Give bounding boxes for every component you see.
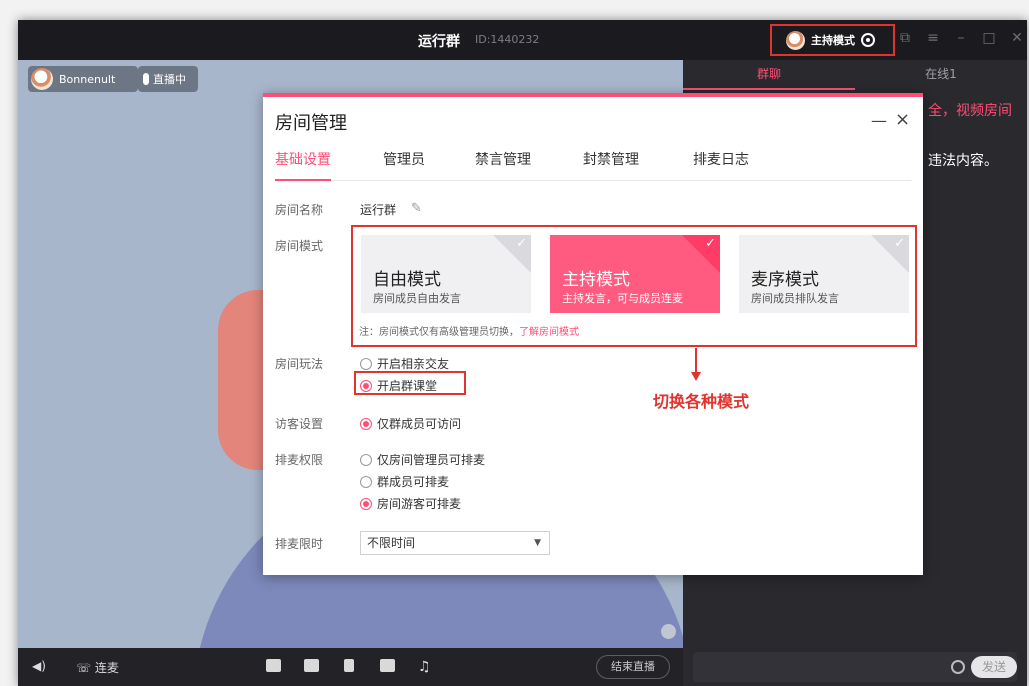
tab-mute-management[interactable]: 禁言管理 (475, 149, 531, 181)
radio-button[interactable] (360, 357, 372, 370)
room-mode-label: 房间模式 (275, 239, 324, 253)
tab-online[interactable]: 在线1 (855, 60, 1027, 90)
minimize-icon[interactable]: — (871, 111, 887, 130)
radio-visitor-queue[interactable]: 房间游客可排麦 (360, 495, 461, 512)
radio-button[interactable] (360, 475, 372, 488)
check-icon: ✓ (705, 236, 716, 251)
room-mode-selector: ✓ 自由模式 房间成员自由发言 ✓ 主持模式 主持发言，可与成员连麦 ✓ 麦序模… (351, 225, 917, 347)
radio-admin-queue[interactable]: 仅房间管理员可排麦 (360, 451, 485, 468)
send-button[interactable]: 发送 (971, 656, 1017, 678)
select-value: 不限时间 (367, 536, 416, 550)
radio-members-only[interactable]: 仅群成员可访问 (360, 415, 461, 432)
edit-icon[interactable]: ✎ (411, 201, 422, 216)
chat-input[interactable]: 发送 (693, 652, 1017, 682)
end-live-button[interactable]: 结束直播 (596, 655, 670, 679)
volume-icon[interactable]: ◀) (32, 659, 46, 673)
connect-mic-label: 连麦 (94, 661, 119, 675)
tab-admins[interactable]: 管理员 (383, 149, 425, 181)
mode-card-host[interactable]: ✓ 主持模式 主持发言，可与成员连麦 (550, 235, 720, 313)
mode-desc: 主持发言，可与成员连麦 (562, 292, 683, 305)
radio-label: 仅房间管理员可排麦 (377, 453, 486, 467)
camera-icon[interactable] (266, 659, 281, 672)
popout-icon[interactable]: ⧉ (898, 30, 912, 46)
check-icon: ✓ (516, 236, 527, 251)
gear-icon[interactable] (861, 33, 875, 47)
radio-member-queue[interactable]: 群成员可排麦 (360, 473, 449, 490)
radio-label: 开启群课堂 (377, 379, 438, 393)
chat-tabs: 群聊 在线1 (683, 60, 1027, 90)
dialog-title: 房间管理 (275, 113, 347, 134)
chevron-down-icon: ▼ (534, 538, 541, 548)
room-name-value: 运行群 (360, 203, 397, 217)
live-status-label: 直播中 (153, 73, 186, 86)
avatar (31, 68, 53, 90)
whiteboard-icon[interactable] (380, 659, 395, 672)
tab-group-chat[interactable]: 群聊 (683, 60, 855, 90)
tab-basic-settings[interactable]: 基础设置 (275, 149, 331, 181)
queue-perm-label: 排麦权限 (275, 453, 324, 467)
radio-button[interactable] (360, 417, 372, 430)
radio-button[interactable] (360, 453, 372, 466)
host-pill[interactable]: Bonnenult (28, 66, 138, 92)
tab-ban-management[interactable]: 封禁管理 (583, 149, 639, 181)
mode-card-queue[interactable]: ✓ 麦序模式 房间成员排队发言 (739, 235, 909, 313)
dialog-tabs: 基础设置 管理员 禁言管理 封禁管理 排麦日志 (275, 149, 911, 181)
mode-desc: 房间成员排队发言 (751, 292, 839, 305)
room-id: ID:1440232 (475, 33, 540, 46)
room-management-dialog: 房间管理 — × 基础设置 管理员 禁言管理 封禁管理 排麦日志 房间名称 运行… (263, 93, 923, 575)
maximize-icon[interactable]: □ (982, 30, 996, 46)
learn-modes-link[interactable]: 了解房间模式 (519, 327, 579, 338)
check-icon: ✓ (894, 236, 905, 251)
screen-share-icon[interactable] (304, 659, 319, 672)
mode-note-text: 注：房间模式仅有高级管理员切换， (359, 327, 519, 338)
radio-button[interactable] (360, 379, 372, 392)
tab-queue-log[interactable]: 排麦日志 (693, 149, 749, 181)
radio-group-class[interactable]: 开启群课堂 (360, 377, 437, 394)
close-icon[interactable]: ✕ (1010, 30, 1024, 46)
window-title: 运行群 (418, 34, 460, 50)
mode-name: 自由模式 (373, 270, 441, 290)
mode-card-free[interactable]: ✓ 自由模式 房间成员自由发言 (361, 235, 531, 313)
phone-icon: ☏ (76, 661, 92, 675)
mode-badge[interactable]: 主持模式 (770, 24, 895, 56)
microphone-icon[interactable] (344, 659, 354, 672)
close-icon[interactable]: × (895, 109, 910, 130)
connect-mic-button[interactable]: ☏ 连麦 (76, 659, 119, 676)
annotation-arrowhead (691, 372, 701, 381)
annotation-arrow (695, 348, 697, 374)
window-controls: ⧉ ≡ – □ ✕ (898, 30, 1024, 46)
queue-limit-select[interactable]: 不限时间 ▼ (360, 531, 550, 555)
mode-name: 主持模式 (562, 270, 630, 290)
mode-badge-label: 主持模式 (811, 34, 855, 47)
avatar (786, 30, 805, 50)
mode-desc: 房间成员自由发言 (373, 292, 461, 305)
mode-note: 注：房间模式仅有高级管理员切换，了解房间模式 (359, 323, 579, 338)
chat-notice: 全，视频房间 (928, 103, 1012, 119)
minimize-icon[interactable]: – (954, 30, 968, 46)
music-icon[interactable]: ♫ (418, 659, 431, 675)
room-play-label: 房间玩法 (275, 357, 324, 371)
live-status: 直播中 (138, 66, 198, 92)
mode-name: 麦序模式 (751, 270, 819, 290)
queue-limit-label: 排麦限时 (275, 537, 324, 551)
radio-label: 房间游客可排麦 (377, 497, 462, 511)
chat-notice-2: 违法内容。 (928, 153, 998, 169)
mic-icon (143, 73, 149, 85)
radio-dating[interactable]: 开启相亲交友 (360, 355, 449, 372)
visitor-label: 访客设置 (275, 417, 324, 431)
host-name: Bonnenult (59, 72, 116, 86)
menu-icon[interactable]: ≡ (926, 30, 940, 46)
mic-status-icon (661, 624, 676, 639)
annotation-text: 切换各种模式 (653, 392, 750, 411)
room-name-label: 房间名称 (275, 203, 324, 217)
emoji-icon[interactable] (951, 660, 965, 674)
bottom-toolbar: ◀) ☏ 连麦 ♫ 结束直播 (18, 648, 683, 686)
radio-button[interactable] (360, 497, 372, 510)
radio-label: 仅群成员可访问 (377, 417, 462, 431)
radio-label: 群成员可排麦 (377, 475, 450, 489)
radio-label: 开启相亲交友 (377, 357, 450, 371)
titlebar: 运行群 ID:1440232 主持模式 ⧉ ≡ – □ ✕ (18, 20, 1027, 60)
